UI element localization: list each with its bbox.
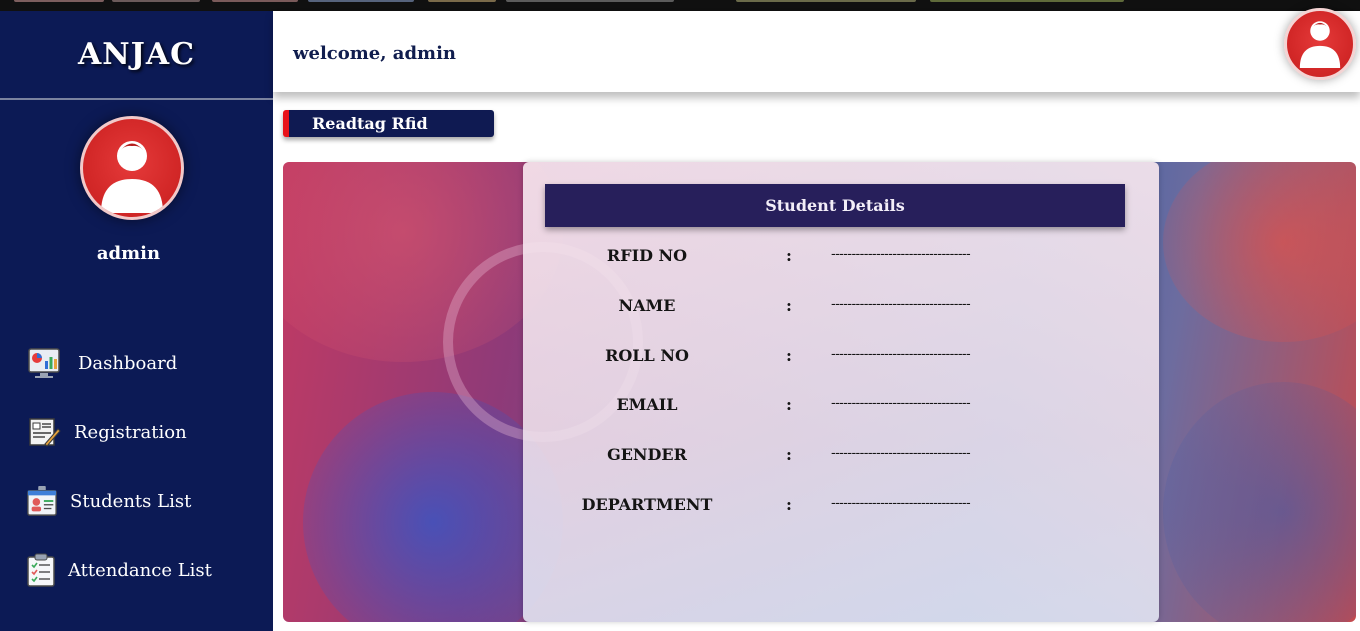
field-label: ROLL NO (605, 346, 689, 365)
field-value: ---------------------------------- (831, 347, 971, 362)
sidebar-item-students-list[interactable]: Students List (26, 483, 191, 519)
clipboard-icon (26, 552, 56, 588)
brand-header: ANJAC (0, 11, 273, 100)
field-row-name: NAME : ---------------------------------… (523, 296, 1159, 318)
field-value: ---------------------------------- (831, 247, 971, 262)
id-card-icon (26, 483, 58, 519)
field-row-rfid: RFID NO : ------------------------------… (523, 246, 1159, 268)
field-row-department: DEPARTMENT : ---------------------------… (523, 495, 1159, 517)
field-label: RFID NO (606, 246, 688, 265)
field-separator: : (786, 296, 792, 315)
sidebar-item-label: Registration (74, 421, 187, 443)
field-separator: : (786, 395, 792, 414)
student-details-card: Student Details RFID NO : --------------… (523, 162, 1159, 622)
dashboard-chart-icon (26, 345, 62, 381)
sidebar-item-dashboard[interactable]: Dashboard (26, 345, 177, 381)
field-separator: : (786, 346, 792, 365)
field-value: ---------------------------------- (831, 496, 971, 511)
field-value: ---------------------------------- (831, 446, 971, 461)
registration-form-icon (26, 414, 62, 450)
field-separator: : (786, 445, 792, 464)
field-row-email: EMAIL : --------------------------------… (523, 395, 1159, 417)
field-label: NAME (618, 296, 676, 315)
browser-bookmark-strip (0, 0, 1360, 11)
field-value: ---------------------------------- (831, 396, 971, 411)
sidebar-item-registration[interactable]: Registration (26, 414, 187, 450)
welcome-message: welcome, admin (293, 43, 457, 64)
user-icon (101, 141, 163, 213)
field-label: GENDER (607, 445, 687, 464)
brand-logo-text: ANJAC (77, 37, 196, 72)
field-separator: : (786, 495, 792, 514)
readtag-rfid-button[interactable]: Readtag Rfid (283, 110, 494, 137)
field-row-gender: GENDER : -------------------------------… (523, 445, 1159, 467)
sidebar: ANJAC (0, 11, 273, 631)
profile-avatar (80, 116, 184, 220)
sidebar-item-label: Dashboard (78, 352, 178, 374)
top-header: welcome, admin (273, 11, 1360, 92)
sidebar-item-attendance-list[interactable]: Attendance List (26, 552, 212, 588)
header-user-avatar[interactable] (1284, 8, 1356, 80)
field-row-roll-no: ROLL NO : ------------------------------… (523, 346, 1159, 368)
student-details-title: Student Details (545, 184, 1125, 227)
user-icon (1299, 21, 1341, 68)
field-separator: : (786, 246, 792, 265)
sidebar-username: admin (96, 243, 161, 264)
sidebar-item-label: Attendance List (68, 559, 212, 581)
field-value: ---------------------------------- (831, 297, 971, 312)
field-label: EMAIL (616, 395, 678, 414)
sidebar-item-label: Students List (70, 490, 192, 512)
field-label: DEPARTMENT (581, 495, 713, 514)
